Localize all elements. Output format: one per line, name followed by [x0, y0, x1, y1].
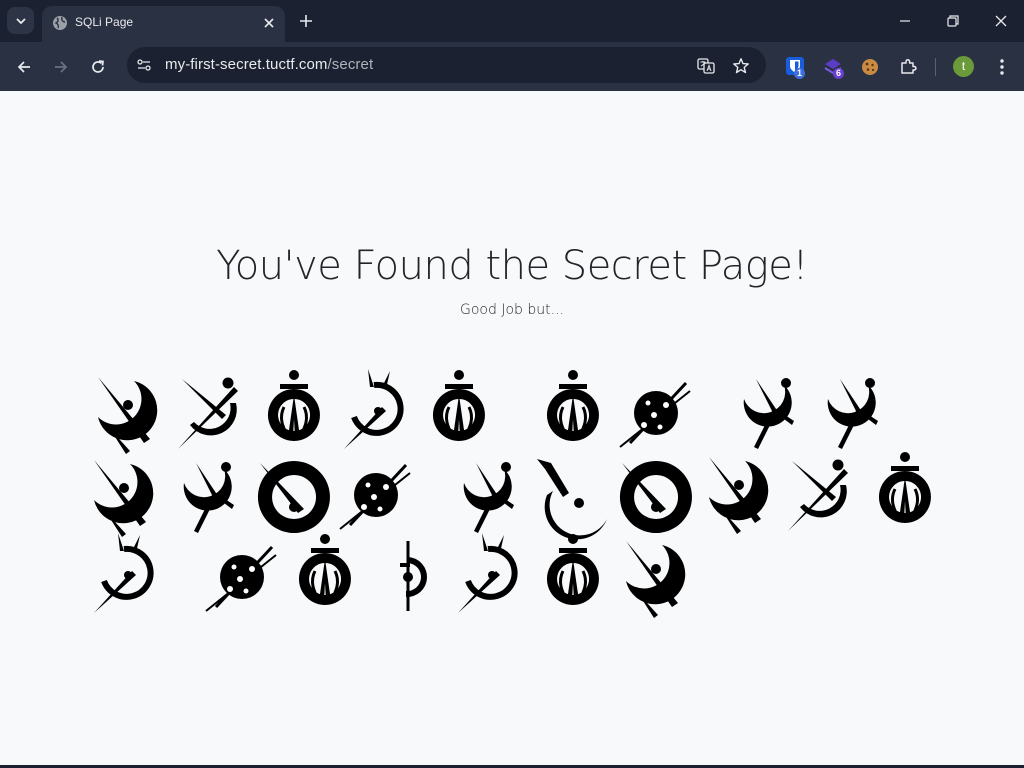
minimize-icon[interactable]	[897, 13, 913, 29]
chevron-down-icon	[15, 17, 26, 24]
kebab-menu-icon[interactable]	[992, 57, 1012, 77]
cipher-glyph	[458, 533, 515, 613]
tab-strip: SQLi Page	[0, 0, 1024, 42]
site-settings-icon[interactable]	[136, 57, 152, 73]
cipher-glyph	[618, 381, 692, 449]
cipher-glyph	[178, 377, 238, 449]
translate-icon[interactable]	[697, 57, 715, 75]
browser-toolbar: my-first-secret.tuctf.com/secret 1 6 t	[0, 42, 1024, 91]
restore-icon[interactable]	[945, 13, 961, 29]
address-bar[interactable]: my-first-secret.tuctf.com/secret	[127, 47, 766, 83]
cipher-glyph	[463, 462, 514, 533]
cipher-glyph	[266, 368, 322, 443]
cipher-glyph	[545, 368, 601, 443]
extension-badge: 1	[794, 68, 806, 79]
cipher-glyph	[257, 461, 330, 533]
extension-badge: 6	[833, 68, 845, 79]
back-arrow-icon[interactable]	[15, 58, 33, 76]
globe-icon	[53, 16, 67, 30]
extension-stack[interactable]: 6	[823, 56, 849, 80]
window-close-icon[interactable]	[993, 13, 1009, 29]
cipher-glyph-grid	[0, 91, 933, 618]
cipher-glyph	[344, 369, 401, 449]
cipher-glyph	[183, 462, 234, 533]
url-path: /secret	[327, 56, 374, 73]
star-icon[interactable]	[732, 57, 750, 75]
forward-arrow-icon[interactable]	[52, 58, 70, 76]
puzzle-icon[interactable]	[898, 57, 918, 77]
close-icon[interactable]	[261, 15, 277, 31]
page-content: You've Found the Secret Page! Good Job b…	[0, 91, 1024, 768]
profile-avatar[interactable]: t	[953, 56, 974, 77]
plus-icon[interactable]	[298, 13, 314, 29]
cipher-glyph	[94, 533, 151, 613]
cipher-glyph	[545, 532, 601, 607]
cipher-glyph	[297, 532, 353, 607]
cipher-glyph	[398, 539, 429, 613]
tab-search-button[interactable]	[7, 7, 34, 34]
url-host: my-first-secret.tuctf.com	[165, 56, 328, 73]
cipher-glyph	[788, 459, 848, 531]
cipher-glyph	[94, 460, 154, 537]
cipher-glyph	[709, 457, 769, 534]
cipher-glyph	[877, 450, 933, 525]
cipher-glyph	[619, 461, 692, 533]
cipher-glyph	[431, 368, 487, 443]
cookie-icon[interactable]	[860, 57, 880, 77]
tab-title: SQLi Page	[75, 15, 134, 29]
cipher-glyph	[827, 378, 878, 449]
cipher-glyph	[98, 377, 158, 454]
extension-bitwarden[interactable]: 1	[785, 56, 809, 80]
cipher-glyph	[537, 459, 607, 540]
cipher-glyph	[338, 463, 412, 531]
active-tab[interactable]: SQLi Page	[42, 6, 285, 42]
cipher-glyph	[743, 378, 794, 449]
toolbar-separator	[935, 58, 936, 76]
cipher-glyph	[626, 541, 686, 618]
reload-icon[interactable]	[89, 58, 107, 76]
cipher-glyph	[204, 545, 278, 613]
url-text[interactable]: my-first-secret.tuctf.com/secret	[165, 56, 373, 73]
